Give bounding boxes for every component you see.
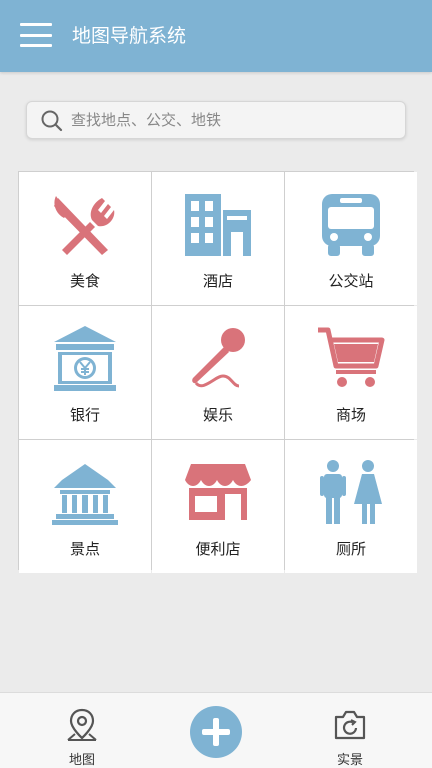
app-header: 地图导航系统 xyxy=(0,0,432,72)
bus-icon xyxy=(322,194,380,256)
shopping-cart-icon xyxy=(318,327,385,387)
search-input[interactable] xyxy=(71,102,391,138)
category-label: 美食 xyxy=(69,272,100,290)
tab-live-view[interactable]: 实景 xyxy=(310,693,390,768)
category-grid: 美食 酒店 公交站 银行 娱乐 商场 景点 便利店 厕所 xyxy=(18,171,417,573)
restroom-icon xyxy=(320,460,382,524)
add-button[interactable] xyxy=(190,706,242,758)
camera-icon xyxy=(334,710,366,740)
category-bank[interactable]: 银行 xyxy=(19,306,151,439)
plus-icon xyxy=(202,718,230,746)
category-convenience-store[interactable]: 便利店 xyxy=(152,440,284,573)
category-restroom[interactable]: 厕所 xyxy=(285,440,417,573)
bank-yen-icon xyxy=(54,326,116,391)
category-food[interactable]: 美食 xyxy=(19,172,151,305)
microphone-icon xyxy=(192,328,245,388)
category-label: 厕所 xyxy=(335,540,366,558)
category-bus-stop[interactable]: 公交站 xyxy=(285,172,417,305)
category-label: 公交站 xyxy=(328,272,374,290)
search-bar[interactable] xyxy=(26,101,406,139)
search-icon xyxy=(41,110,63,132)
category-label: 银行 xyxy=(69,406,100,424)
map-pin-icon xyxy=(67,708,97,741)
tab-map[interactable]: 地图 xyxy=(42,693,122,768)
tab-map-label: 地图 xyxy=(68,753,95,768)
fork-knife-icon xyxy=(54,196,115,255)
category-label: 景点 xyxy=(69,540,100,558)
category-label: 娱乐 xyxy=(202,406,233,424)
category-entertainment[interactable]: 娱乐 xyxy=(152,306,284,439)
category-hotel[interactable]: 酒店 xyxy=(152,172,284,305)
category-label: 商场 xyxy=(335,406,366,424)
hamburger-icon[interactable] xyxy=(20,23,52,47)
category-label: 酒店 xyxy=(202,272,233,290)
store-icon xyxy=(185,464,251,520)
category-scenic-spot[interactable]: 景点 xyxy=(19,440,151,573)
page-title: 地图导航系统 xyxy=(72,25,187,47)
hotel-building-icon xyxy=(185,194,251,256)
tab-live-view-label: 实景 xyxy=(336,753,363,768)
temple-icon xyxy=(52,464,118,525)
category-label: 便利店 xyxy=(195,540,241,558)
category-mall[interactable]: 商场 xyxy=(285,306,417,439)
